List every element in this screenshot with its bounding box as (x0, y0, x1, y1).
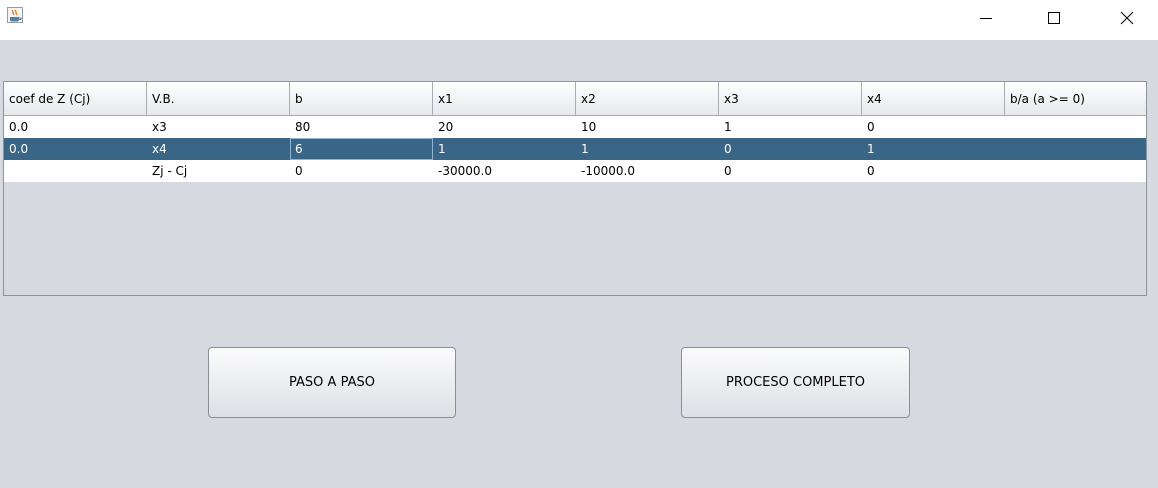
table-cell[interactable]: 1 (719, 116, 862, 138)
step-by-step-button[interactable]: PASO A PASO (208, 347, 456, 418)
table-cell[interactable] (1005, 138, 1146, 160)
minimize-button[interactable] (963, 0, 1009, 36)
table-cell-focused[interactable]: 6 (290, 138, 433, 160)
table-cell[interactable]: 0.0 (4, 116, 147, 138)
table-cell[interactable]: 0.0 (4, 138, 147, 160)
minimize-icon (980, 18, 992, 19)
table-cell[interactable]: 0 (290, 160, 433, 182)
column-header-x2[interactable]: x2 (576, 82, 719, 116)
table-cell[interactable]: 1 (576, 138, 719, 160)
table-cell[interactable]: Zj - Cj (147, 160, 290, 182)
column-header-x3[interactable]: x3 (719, 82, 862, 116)
column-header-x4[interactable]: x4 (862, 82, 1005, 116)
table-cell[interactable]: 80 (290, 116, 433, 138)
maximize-button[interactable] (1031, 0, 1077, 36)
table-cell[interactable]: 10 (576, 116, 719, 138)
table-row-selected[interactable]: 0.0 x4 6 1 1 0 1 (4, 138, 1146, 160)
table-cell[interactable]: 1 (862, 138, 1005, 160)
table-cell[interactable]: 0 (862, 160, 1005, 182)
table-cell[interactable]: -30000.0 (433, 160, 576, 182)
table-cell[interactable]: 0 (862, 116, 1005, 138)
table-cell[interactable]: 20 (433, 116, 576, 138)
table-header: coef de Z (Cj) V.B. b x1 x2 x3 x4 b/a (a… (4, 82, 1146, 116)
column-header-vb[interactable]: V.B. (147, 82, 290, 116)
table-cell[interactable]: x3 (147, 116, 290, 138)
table-cell[interactable]: 1 (433, 138, 576, 160)
column-header-cj[interactable]: coef de Z (Cj) (4, 82, 147, 116)
table-cell[interactable] (1005, 160, 1146, 182)
maximize-icon (1048, 12, 1060, 24)
table-cell[interactable]: x4 (147, 138, 290, 160)
table-cell[interactable]: 0 (719, 138, 862, 160)
table-row[interactable]: Zj - Cj 0 -30000.0 -10000.0 0 0 (4, 160, 1146, 182)
full-process-label: PROCESO COMPLETO (725, 375, 865, 390)
java-cup-icon[interactable] (7, 7, 23, 23)
column-header-b[interactable]: b (290, 82, 433, 116)
title-bar (0, 0, 1158, 40)
column-header-x1[interactable]: x1 (433, 82, 576, 116)
column-header-ratio[interactable]: b/a (a >= 0) (1005, 82, 1146, 116)
table-cell[interactable]: 0 (719, 160, 862, 182)
step-by-step-label: PASO A PASO (289, 375, 375, 390)
table-cell[interactable] (1005, 116, 1146, 138)
full-process-button[interactable]: PROCESO COMPLETO (681, 347, 910, 418)
close-button[interactable] (1104, 0, 1150, 36)
table-cell[interactable]: -10000.0 (576, 160, 719, 182)
table-row[interactable]: 0.0 x3 80 20 10 1 0 (4, 116, 1146, 138)
close-icon (1120, 11, 1134, 25)
table-cell[interactable] (4, 160, 147, 182)
simplex-table[interactable]: coef de Z (Cj) V.B. b x1 x2 x3 x4 b/a (a… (3, 81, 1147, 296)
